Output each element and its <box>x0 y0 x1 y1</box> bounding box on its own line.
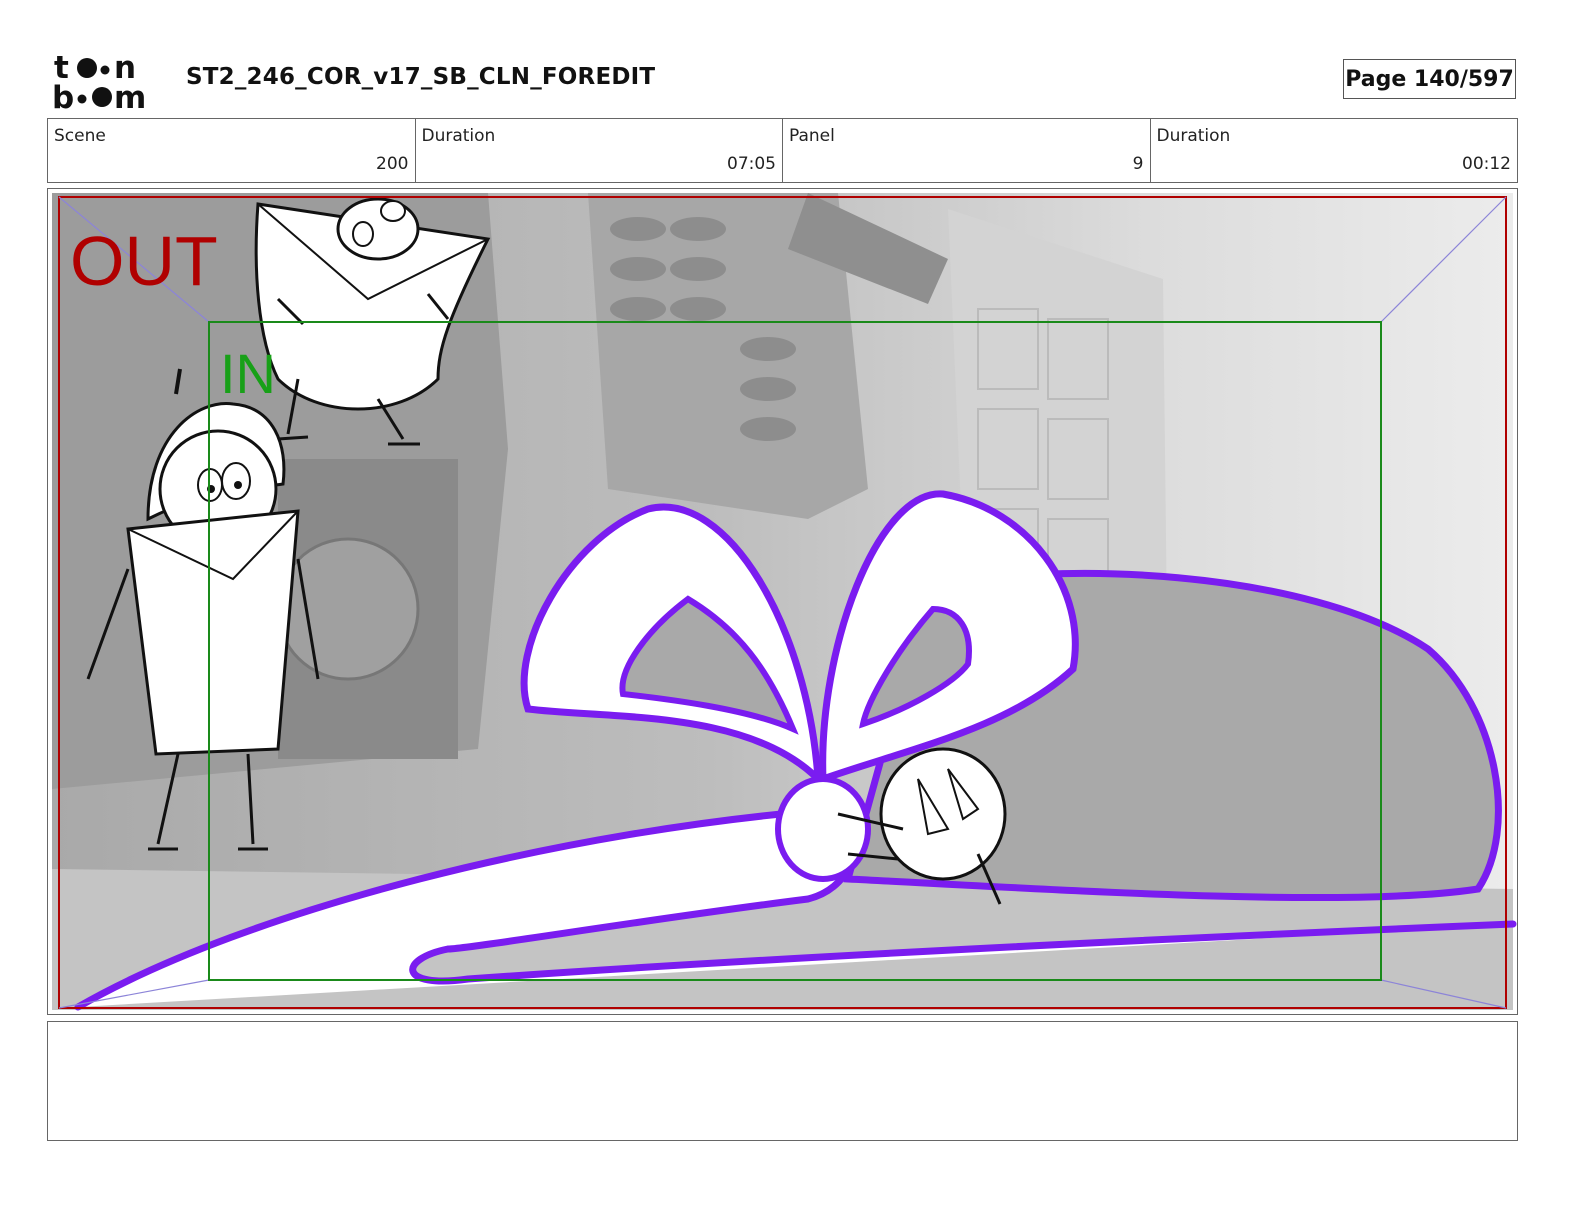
panel-value: 9 <box>1132 154 1144 174</box>
in-frame-label: IN <box>220 342 276 405</box>
svg-text:m: m <box>114 80 146 112</box>
panel-duration-value: 00:12 <box>1462 154 1511 174</box>
panel-label: Panel <box>789 126 835 146</box>
panel-cell: Panel 9 <box>783 119 1151 182</box>
panel-duration-label: Duration <box>1156 126 1231 146</box>
panel-notes[interactable] <box>47 1021 1518 1141</box>
page-indicator: Page 140/597 <box>1343 59 1516 99</box>
scene-cell: Scene 200 <box>48 119 416 182</box>
scene-duration-cell: Duration 07:05 <box>416 119 783 182</box>
scene-info-row: Scene 200 Duration 07:05 Panel 9 Duratio… <box>47 118 1518 183</box>
storyboard-panel: OUT IN <box>47 188 1518 1015</box>
panel-duration-cell: Duration 00:12 <box>1151 119 1518 182</box>
scene-label: Scene <box>54 126 106 146</box>
storyboard-drawing: OUT IN <box>52 193 1517 1011</box>
document-title: ST2_246_COR_v17_SB_CLN_FOREDIT <box>186 64 656 90</box>
scene-value: 200 <box>376 154 409 174</box>
svg-text:b: b <box>52 80 74 112</box>
ribbon-knot <box>775 776 871 882</box>
out-frame-label: OUT <box>70 222 218 300</box>
scene-duration-label: Duration <box>421 126 496 146</box>
scene-duration-value: 07:05 <box>727 154 776 174</box>
toon-boom-logo: t n b m <box>52 50 164 112</box>
toon-boom-logo-mark: t n b m <box>52 50 146 112</box>
